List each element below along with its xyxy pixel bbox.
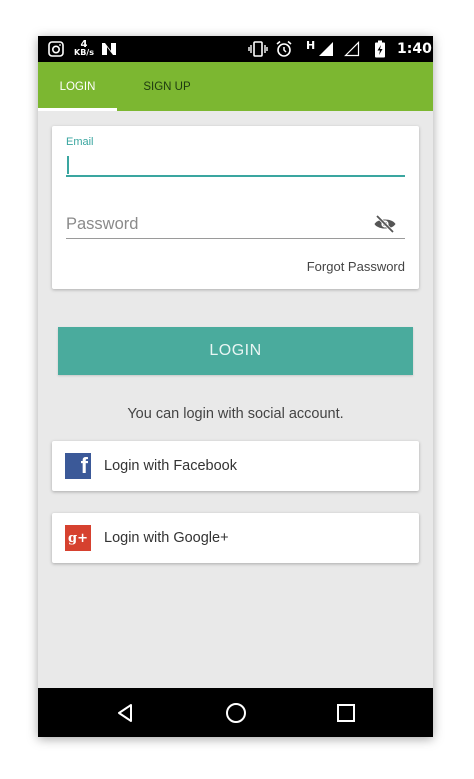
vibrate-icon [248,36,268,62]
back-icon[interactable] [114,701,138,725]
facebook-button-label: Login with Facebook [104,458,237,474]
phone-screen: 4 KB/s H 1:40 LOGIN SIGN UP Email Forgot… [38,36,433,737]
home-icon[interactable] [224,701,248,725]
login-google-button[interactable]: g+ Login with Google+ [52,513,419,563]
tab-bar: LOGIN SIGN UP [38,62,433,111]
alarm-icon [275,36,293,62]
instagram-icon [48,36,64,62]
password-field[interactable] [66,210,405,239]
eye-off-icon[interactable] [373,214,397,234]
text-caret [67,156,69,174]
tab-login[interactable]: LOGIN [38,62,117,111]
forgot-password-link[interactable]: Forgot Password [307,259,405,274]
n-notification-icon [101,36,117,62]
facebook-icon: f [65,453,91,479]
email-field[interactable] [66,153,405,177]
recents-icon[interactable] [334,701,358,725]
login-button[interactable]: LOGIN [58,327,413,375]
network-type: H [306,38,316,52]
login-facebook-button[interactable]: f Login with Facebook [52,441,419,491]
network-speed: 4 KB/s [74,36,94,62]
status-bar: 4 KB/s H 1:40 [38,36,433,62]
signal-icon [318,36,334,62]
google-button-label: Login with Google+ [104,530,229,546]
social-login-hint: You can login with social account. [127,406,344,422]
netspeed-unit: KB/s [74,48,94,57]
clock: 1:40 [397,41,432,57]
email-label: Email [66,136,94,148]
signal-empty-icon [344,36,360,62]
battery-charging-icon [374,36,386,62]
navigation-bar [38,688,433,737]
tab-sign-up[interactable]: SIGN UP [117,62,217,111]
login-form-card: Email Forgot Password [52,126,419,289]
google-plus-icon: g+ [65,525,91,551]
active-tab-indicator [38,108,117,111]
